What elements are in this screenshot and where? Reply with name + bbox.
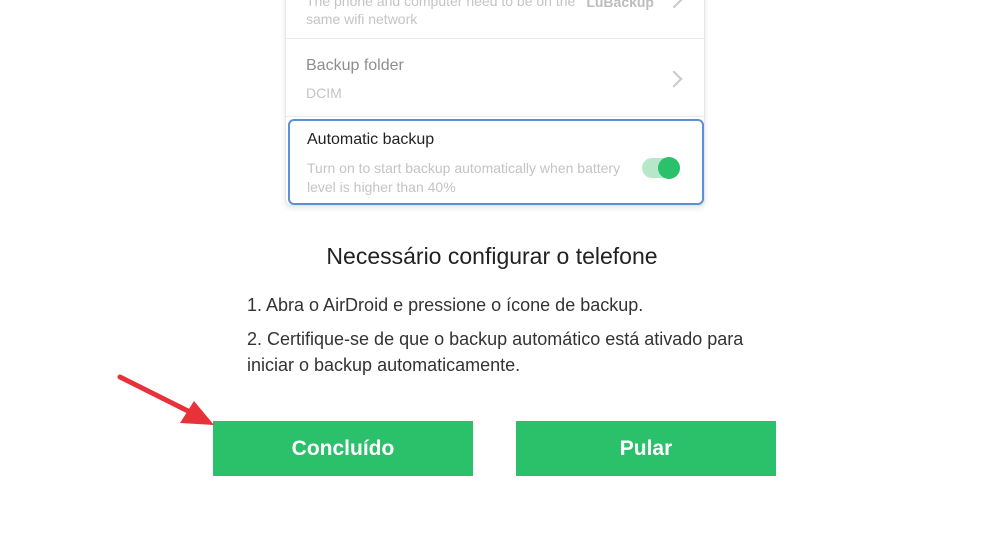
chevron-right-icon: [665, 0, 683, 9]
setup-page: The phone and computer need to be on the…: [0, 0, 984, 545]
skip-button[interactable]: Pular: [516, 421, 776, 476]
backup-folder-value: DCIM: [306, 85, 342, 101]
wifi-row-value: LuBackup: [586, 0, 654, 10]
toggle-knob: [658, 157, 680, 179]
chevron-right-icon: [665, 70, 683, 88]
instruction-step: 2. Certifique-se de que o backup automát…: [247, 329, 744, 375]
automatic-backup-description: Turn on to start backup automatically wh…: [307, 160, 621, 195]
wifi-settings-row[interactable]: The phone and computer need to be on the…: [286, 0, 704, 39]
wifi-row-description: The phone and computer need to be on the…: [306, 0, 576, 27]
automatic-backup-title: Automatic backup: [307, 131, 435, 148]
automatic-backup-toggle[interactable]: [642, 157, 680, 179]
page-title: Necessário configurar o telefone: [326, 243, 658, 269]
instruction-steps: 1. Abra o AirDroid e pressione o ícone d…: [247, 292, 767, 386]
red-arrow-icon: [117, 374, 214, 425]
phone-settings-preview: The phone and computer need to be on the…: [285, 0, 705, 206]
backup-folder-title: Backup folder: [306, 57, 404, 74]
automatic-backup-row: Automatic backup Turn on to start backup…: [288, 119, 704, 205]
backup-folder-row[interactable]: Backup folder DCIM: [286, 39, 704, 117]
done-button[interactable]: Concluído: [213, 421, 473, 476]
instruction-step: 1. Abra o AirDroid e pressione o ícone d…: [247, 295, 644, 315]
